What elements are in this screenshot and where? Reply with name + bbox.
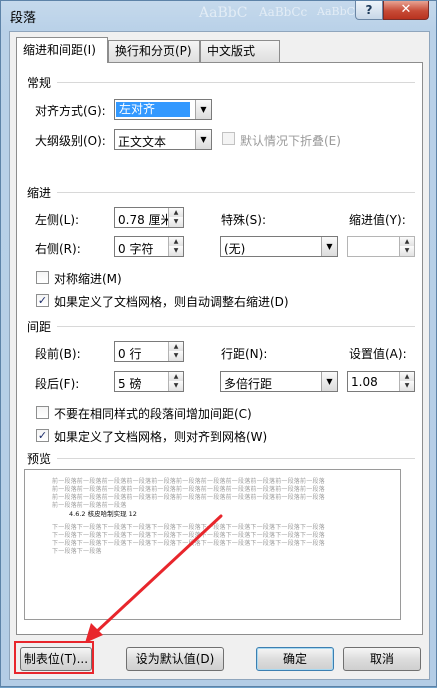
annotation-arrow-icon [85,514,223,643]
dialog-window: 段落 AaBbC AaBbCc AaBbCcD ? ✕ 缩进和间距(I) 换行和… [0,0,437,687]
tab-indent-spacing[interactable]: 缩进和间距(I) [16,37,108,63]
